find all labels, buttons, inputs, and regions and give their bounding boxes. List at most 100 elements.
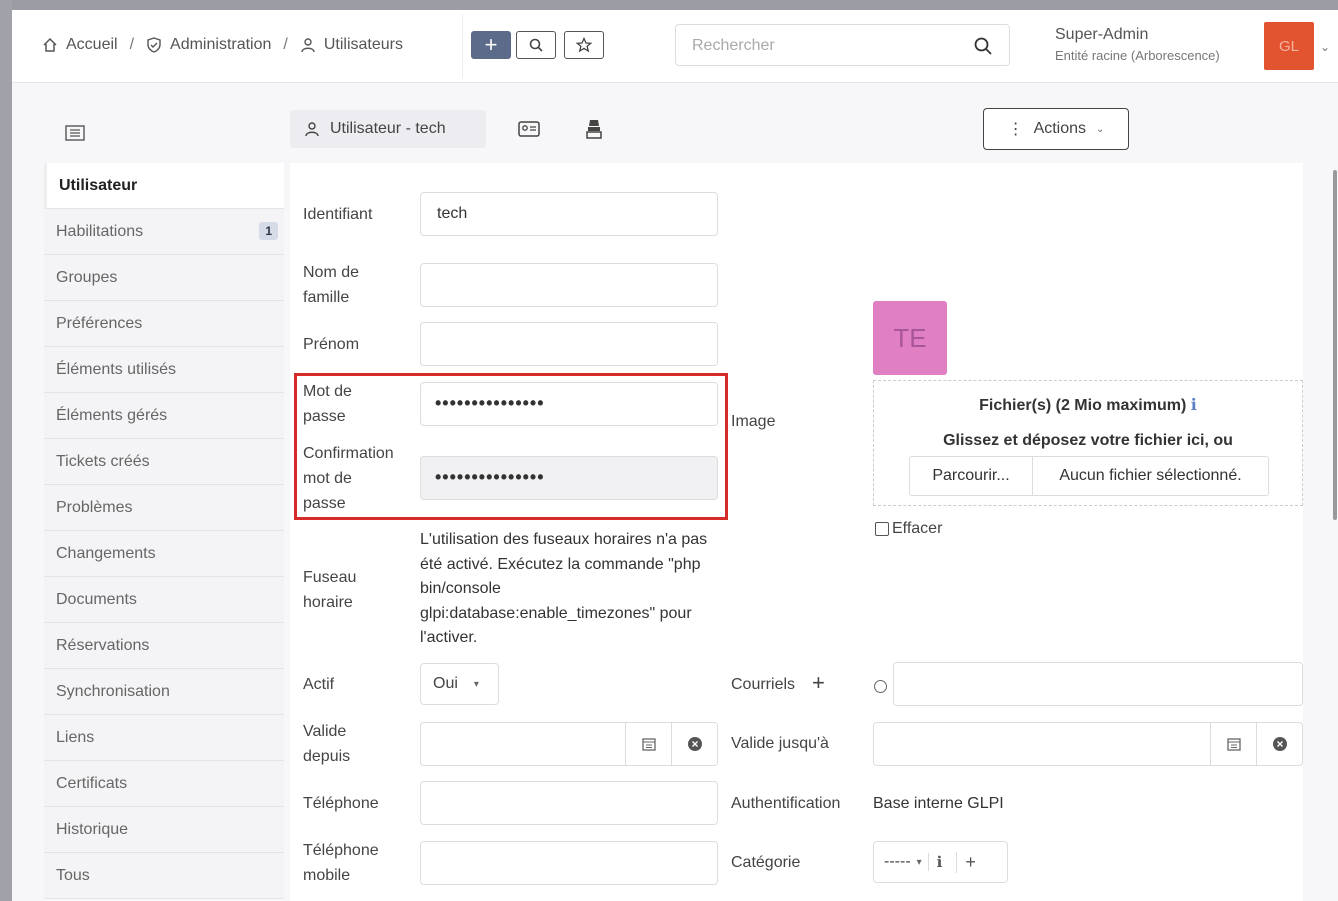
add-email-icon[interactable]: +: [812, 670, 825, 696]
kebab-icon: ⋮: [1007, 121, 1024, 138]
category-value: -----: [884, 853, 911, 870]
valid-until-label: Valide jusqu'à: [731, 735, 829, 752]
breadcrumb-administration[interactable]: Administration: [170, 36, 271, 54]
user-entity: Entité racine (Arborescence): [1055, 48, 1220, 63]
actions-label: Actions: [1033, 120, 1087, 137]
search-list-button[interactable]: [516, 31, 556, 59]
home-icon: [43, 37, 57, 52]
login-label: Identifiant: [303, 206, 373, 223]
info-icon[interactable]: ℹ: [927, 853, 951, 871]
sidebar-item-documents[interactable]: Documents: [44, 577, 284, 623]
chevron-down-icon[interactable]: ⌄: [1320, 40, 1330, 54]
password-highlight-box: [294, 373, 728, 520]
caret-down-icon: ▾: [473, 678, 479, 690]
login-input[interactable]: [435, 204, 676, 224]
sidebar-item-tickets-crees[interactable]: Tickets créés: [44, 439, 284, 485]
top-header: Accueil / Administration / Utilisateurs …: [12, 10, 1338, 83]
timezone-notice: L'utilisation des fuseaux horaires n'a p…: [420, 531, 708, 646]
shield-check-icon: [147, 37, 161, 53]
sidebar-item-utilisateur[interactable]: Utilisateur: [44, 163, 284, 209]
sidebar-item-synchronisation[interactable]: Synchronisation: [44, 669, 284, 715]
file-dropzone[interactable]: Fichier(s) (2 Mio maximum) ℹ Glissez et …: [873, 380, 1303, 506]
upload-hint: Glissez et déposez votre fichier ici, ou: [943, 432, 1233, 449]
search-input[interactable]: [690, 36, 954, 56]
window-frame-left: [0, 0, 12, 901]
count-badge: 1: [259, 222, 278, 240]
avatar[interactable]: GL: [1264, 22, 1314, 70]
auth-value: Base interne GLPI: [873, 795, 1004, 812]
actions-button[interactable]: ⋮ Actions ⌄: [983, 108, 1129, 150]
clear-date-icon[interactable]: [671, 723, 718, 765]
scrollbar[interactable]: [1333, 170, 1337, 520]
timezone-label: Fuseau horaire: [303, 569, 357, 611]
user-avatar: TE: [873, 301, 947, 375]
no-file-label: Aucun fichier sélectionné.: [1059, 467, 1242, 484]
add-button[interactable]: +: [471, 31, 511, 59]
user-icon: [301, 38, 315, 53]
tab-user[interactable]: Utilisateur - tech: [290, 110, 486, 148]
global-search[interactable]: [675, 24, 1010, 66]
search-icon: [529, 38, 543, 52]
breadcrumb-separator: /: [283, 36, 288, 53]
breadcrumb-users[interactable]: Utilisateurs: [324, 36, 403, 54]
list-toggle-icon[interactable]: [64, 124, 86, 142]
mobile-field[interactable]: [420, 841, 718, 885]
breadcrumb-home[interactable]: Accueil: [66, 36, 118, 54]
clear-date-icon[interactable]: [1256, 723, 1303, 765]
breadcrumb: Accueil / Administration / Utilisateurs: [42, 36, 403, 54]
sidebar-item-reservations[interactable]: Réservations: [44, 623, 284, 669]
active-label: Actif: [303, 676, 335, 693]
sidebar-item-problemes[interactable]: Problèmes: [44, 485, 284, 531]
valid-until-field[interactable]: [873, 722, 1303, 766]
lastname-field[interactable]: [420, 263, 718, 307]
tie-user-icon[interactable]: [584, 118, 604, 140]
sidebar-item-tous[interactable]: Tous: [44, 853, 284, 899]
breadcrumb-separator: /: [129, 36, 135, 53]
valid-from-field[interactable]: [420, 722, 718, 766]
header-divider: [462, 14, 463, 78]
mobile-label: Téléphone mobile: [303, 842, 379, 884]
sidebar-item-changements[interactable]: Changements: [44, 531, 284, 577]
email-field[interactable]: [893, 662, 1303, 706]
search-icon[interactable]: [973, 36, 993, 56]
firstname-field[interactable]: [420, 322, 718, 366]
info-icon[interactable]: ℹ: [1191, 397, 1197, 414]
sidebar-item-certificats[interactable]: Certificats: [44, 761, 284, 807]
category-select[interactable]: ----- ▾ ℹ +: [873, 841, 1008, 883]
bookmark-button[interactable]: [564, 31, 604, 59]
window-frame-top: [0, 0, 1338, 10]
sidebar-item-liens[interactable]: Liens: [44, 715, 284, 761]
user-info[interactable]: Super-Admin Entité racine (Arborescence): [1055, 26, 1220, 63]
sidebar-item-preferences[interactable]: Préférences: [44, 301, 284, 347]
sidebar-item-elements-geres[interactable]: Éléments gérés: [44, 393, 284, 439]
active-select[interactable]: Oui ▾: [420, 663, 499, 705]
calendar-icon[interactable]: [1210, 723, 1257, 765]
firstname-label: Prénom: [303, 336, 360, 353]
sidebar-item-historique[interactable]: Historique: [44, 807, 284, 853]
clear-image-checkbox[interactable]: [875, 522, 889, 536]
lastname-label: Nom de famille: [303, 264, 360, 306]
image-label: Image: [731, 413, 776, 430]
upload-title: Fichier(s) (2 Mio maximum) ℹ: [979, 397, 1197, 414]
phone-field[interactable]: [420, 781, 718, 825]
auth-label: Authentification: [731, 795, 841, 812]
user-icon: [305, 122, 319, 137]
sidebar-item-groupes[interactable]: Groupes: [44, 255, 284, 301]
browse-button[interactable]: Parcourir...: [910, 457, 1033, 495]
id-card-icon[interactable]: [517, 120, 541, 138]
category-label: Catégorie: [731, 854, 801, 871]
file-input[interactable]: Parcourir... Aucun fichier sélectionné.: [909, 456, 1269, 496]
add-category-icon[interactable]: +: [956, 851, 976, 873]
login-field[interactable]: [420, 192, 718, 236]
active-value: Oui: [433, 675, 458, 692]
caret-down-icon: ▾: [916, 856, 922, 868]
sidebar-item-elements-utilises[interactable]: Éléments utilisés: [44, 347, 284, 393]
calendar-icon[interactable]: [625, 723, 672, 765]
emails-label: Courriels: [731, 676, 796, 693]
sidebar-item-habilitations[interactable]: Habilitations 1: [44, 209, 284, 255]
valid-from-label: Valide depuis: [303, 723, 351, 765]
default-email-radio[interactable]: [874, 680, 887, 693]
phone-label: Téléphone: [303, 795, 379, 812]
star-icon: [576, 37, 592, 53]
record-title: Utilisateur - tech: [330, 120, 446, 137]
